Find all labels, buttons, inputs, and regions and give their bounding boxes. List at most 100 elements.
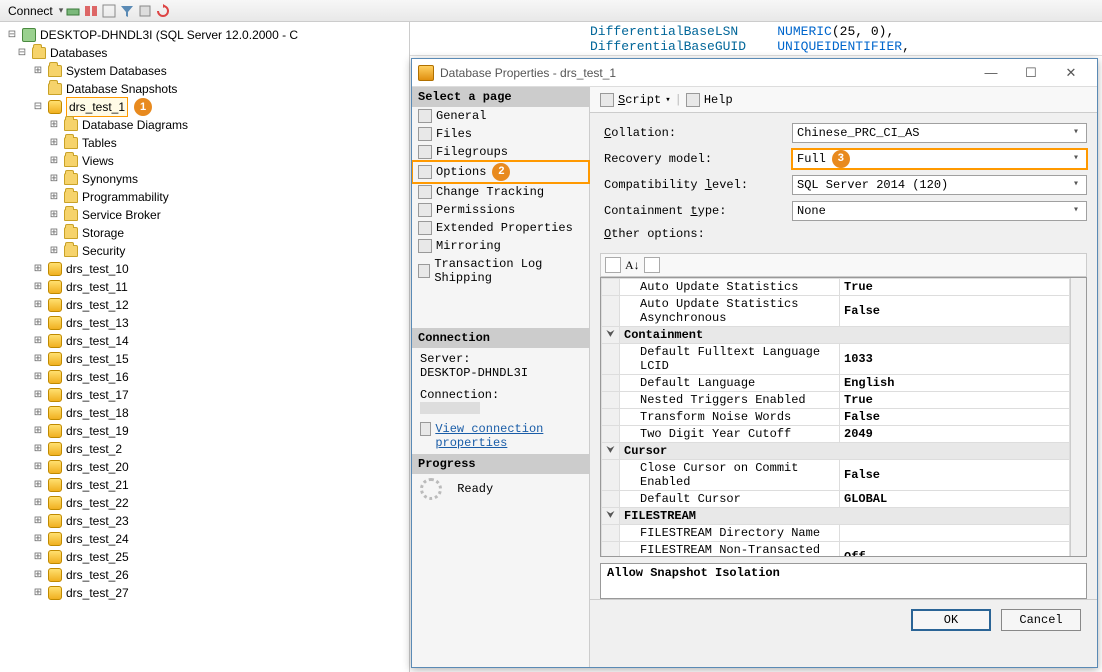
expander-icon[interactable]: ⊟: [32, 98, 44, 116]
grid-toolbar[interactable]: A↓: [600, 253, 1087, 277]
tree-item[interactable]: ⊞drs_test_12: [6, 296, 409, 314]
expander-icon[interactable]: ⊟: [16, 44, 28, 62]
category-expander[interactable]: ⮟: [602, 508, 620, 525]
expander-icon[interactable]: ⊞: [32, 548, 44, 566]
view-connection-link[interactable]: View connection properties: [435, 422, 581, 450]
recovery-model-select[interactable]: Full3▾: [792, 149, 1087, 169]
toolbar-icon[interactable]: [101, 3, 117, 19]
tree-item[interactable]: ⊞Security: [6, 242, 409, 260]
expander-icon[interactable]: ⊞: [32, 530, 44, 548]
expander-icon[interactable]: ⊞: [32, 296, 44, 314]
main-toolbar[interactable]: Connect ▾: [0, 0, 1102, 22]
collation-select[interactable]: Chinese_PRC_CI_AS▾: [792, 123, 1087, 143]
expander-icon[interactable]: ⊞: [32, 458, 44, 476]
expander-icon[interactable]: ⊞: [32, 476, 44, 494]
toolbar-icon[interactable]: [65, 3, 81, 19]
tree-item[interactable]: ⊞Storage: [6, 224, 409, 242]
tree-item[interactable]: ⊞System Databases: [6, 62, 409, 80]
nav-item-extended-properties[interactable]: Extended Properties: [412, 219, 589, 237]
connect-label[interactable]: Connect: [4, 4, 57, 18]
tree-item[interactable]: ⊞drs_test_22: [6, 494, 409, 512]
expander-icon[interactable]: ⊞: [32, 260, 44, 278]
tree-item[interactable]: ⊞drs_test_27: [6, 584, 409, 602]
expander-icon[interactable]: ⊞: [32, 350, 44, 368]
tree-item[interactable]: ⊞drs_test_15: [6, 350, 409, 368]
tree-item[interactable]: ⊞drs_test_26: [6, 566, 409, 584]
expander-icon[interactable]: ⊞: [32, 386, 44, 404]
expander-icon[interactable]: ⊞: [32, 566, 44, 584]
tree-item[interactable]: ⊞drs_test_21: [6, 476, 409, 494]
expander-icon[interactable]: ⊞: [32, 494, 44, 512]
expander-icon[interactable]: ⊞: [32, 584, 44, 602]
property-value[interactable]: 1033: [840, 344, 1070, 375]
expander-icon[interactable]: ⊞: [32, 332, 44, 350]
tree-item[interactable]: ⊞Database Diagrams: [6, 116, 409, 134]
tree-item[interactable]: ⊞drs_test_10: [6, 260, 409, 278]
property-value[interactable]: False: [840, 296, 1070, 327]
tree-server[interactable]: ⊟DESKTOP-DHNDL3I (SQL Server 12.0.2000 -…: [6, 26, 409, 44]
refresh-icon[interactable]: [155, 3, 171, 19]
tree-item[interactable]: ⊞drs_test_13: [6, 314, 409, 332]
filter-icon[interactable]: [119, 3, 135, 19]
tree-item[interactable]: ⊞drs_test_24: [6, 530, 409, 548]
nav-item-transaction-log-shipping[interactable]: Transaction Log Shipping: [412, 255, 589, 287]
tree-item[interactable]: ⊞drs_test_11: [6, 278, 409, 296]
category-expander[interactable]: ⮟: [602, 443, 620, 460]
tree-databases[interactable]: ⊟Databases: [6, 44, 409, 62]
expander-icon[interactable]: ⊞: [48, 152, 60, 170]
dialog-titlebar[interactable]: Database Properties - drs_test_1 — ☐ ✕: [412, 59, 1097, 87]
category-expander[interactable]: ⮟: [602, 327, 620, 344]
tree-item[interactable]: Database Snapshots: [6, 80, 409, 98]
property-value[interactable]: True: [840, 392, 1070, 409]
property-value[interactable]: False: [840, 409, 1070, 426]
close-button[interactable]: ✕: [1051, 65, 1091, 81]
categorize-icon[interactable]: [605, 257, 621, 273]
sort-az-icon[interactable]: A↓: [625, 258, 640, 273]
expander-icon[interactable]: ⊞: [32, 368, 44, 386]
expander-icon[interactable]: ⊞: [48, 242, 60, 260]
property-value[interactable]: 2049: [840, 426, 1070, 443]
nav-item-general[interactable]: General: [412, 107, 589, 125]
grid-tool-icon[interactable]: [644, 257, 660, 273]
property-value[interactable]: English: [840, 375, 1070, 392]
tree-item[interactable]: ⊞drs_test_2: [6, 440, 409, 458]
expander-icon[interactable]: ⊞: [32, 422, 44, 440]
property-value[interactable]: GLOBAL: [840, 491, 1070, 508]
expander-icon[interactable]: ⊞: [32, 278, 44, 296]
tree-item[interactable]: ⊞drs_test_16: [6, 368, 409, 386]
tree-item[interactable]: ⊞drs_test_14: [6, 332, 409, 350]
property-value[interactable]: [840, 525, 1070, 542]
toolbar-icon[interactable]: [137, 3, 153, 19]
expander-icon[interactable]: ⊞: [48, 134, 60, 152]
help-button[interactable]: Help: [704, 93, 733, 107]
tree-item[interactable]: ⊞drs_test_23: [6, 512, 409, 530]
scrollbar[interactable]: [1070, 278, 1086, 556]
tree-selected-db[interactable]: ⊟drs_test_11: [6, 98, 409, 116]
tree-item[interactable]: ⊞Tables: [6, 134, 409, 152]
nav-item-filegroups[interactable]: Filegroups: [412, 143, 589, 161]
nav-item-permissions[interactable]: Permissions: [412, 201, 589, 219]
property-value[interactable]: True: [840, 279, 1070, 296]
tree-item[interactable]: ⊞Programmability: [6, 188, 409, 206]
properties-grid[interactable]: Auto Update StatisticsTrueAuto Update St…: [600, 277, 1087, 557]
expander-icon[interactable]: ⊞: [48, 188, 60, 206]
compat-select[interactable]: SQL Server 2014 (120)▾: [792, 175, 1087, 195]
expander-icon[interactable]: ⊞: [32, 512, 44, 530]
expander-icon[interactable]: ⊞: [48, 170, 60, 188]
script-button[interactable]: SScriptcript: [618, 93, 661, 107]
expander-icon[interactable]: ⊞: [48, 116, 60, 134]
expander-icon[interactable]: ⊞: [32, 62, 44, 80]
expander-icon[interactable]: ⊞: [48, 224, 60, 242]
tree-item[interactable]: ⊞drs_test_17: [6, 386, 409, 404]
tree-item[interactable]: ⊞drs_test_20: [6, 458, 409, 476]
tree-item[interactable]: ⊞drs_test_18: [6, 404, 409, 422]
expander-icon[interactable]: ⊟: [6, 26, 18, 44]
maximize-button[interactable]: ☐: [1011, 65, 1051, 81]
expander-icon[interactable]: ⊞: [48, 206, 60, 224]
toolbar-icon[interactable]: [83, 3, 99, 19]
tree-item[interactable]: ⊞Synonyms: [6, 170, 409, 188]
tree-item[interactable]: ⊞drs_test_25: [6, 548, 409, 566]
tree-item[interactable]: ⊞Service Broker: [6, 206, 409, 224]
nav-item-change-tracking[interactable]: Change Tracking: [412, 183, 589, 201]
property-value[interactable]: False: [840, 460, 1070, 491]
